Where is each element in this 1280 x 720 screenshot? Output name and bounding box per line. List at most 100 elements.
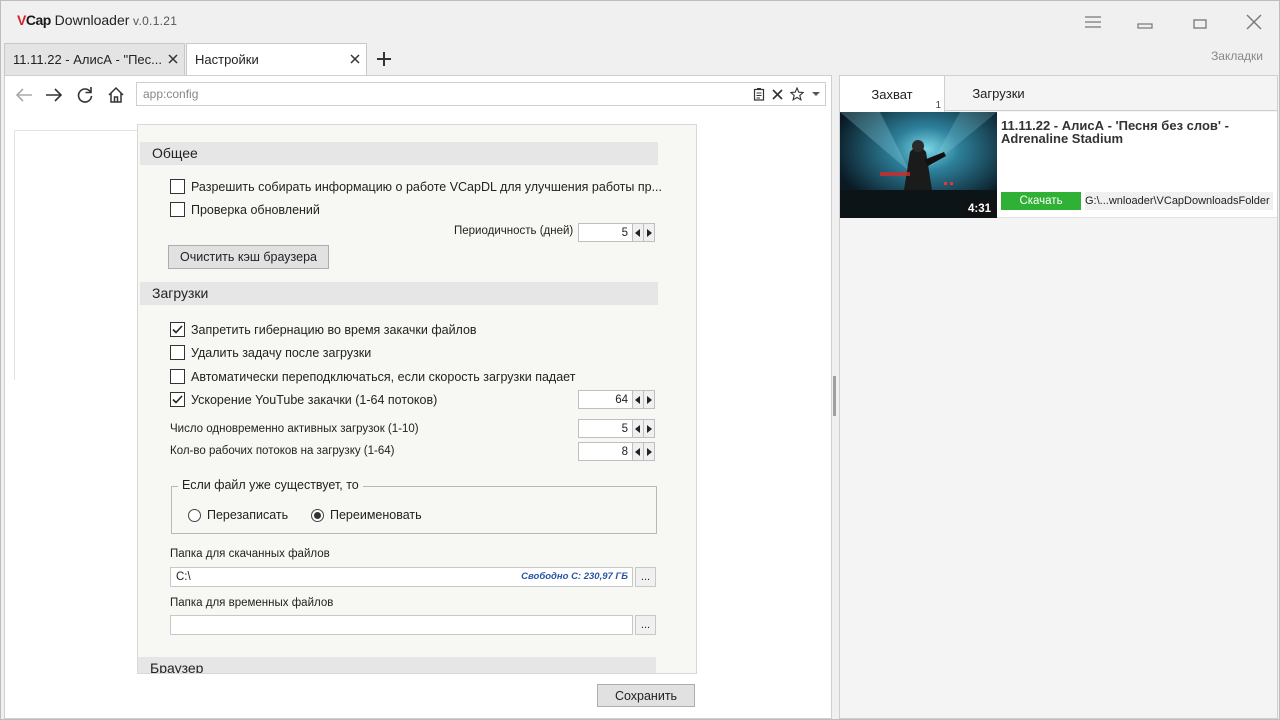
yt-threads-stepper[interactable]: 64 <box>578 390 655 409</box>
logo-v: V <box>17 12 26 28</box>
video-title: 11.11.22 - АлисА - 'Песня без слов' - Ad… <box>1001 118 1229 146</box>
download-button[interactable]: Скачать <box>1001 192 1081 210</box>
close-icon[interactable] <box>1239 9 1269 35</box>
maximize-icon[interactable] <box>1185 9 1215 35</box>
tab-label: 11.11.22 - АлисА - "Пес... <box>13 52 162 67</box>
clear-x-icon[interactable] <box>770 86 785 102</box>
captured-video-item[interactable]: 4:31 11.11.22 - АлисА - 'Песня без слов'… <box>840 112 1277 218</box>
address-bar-icons <box>751 86 823 102</box>
home-icon[interactable] <box>105 84 127 106</box>
delete-task-label: Удалить задачу после загрузки <box>191 345 372 360</box>
capture-count-badge: 1 <box>935 100 941 111</box>
overwrite-label: Перезаписать <box>207 508 289 522</box>
temp-folder-field[interactable] <box>170 615 633 635</box>
active-downloads-stepper[interactable]: 5 <box>578 419 655 438</box>
capture-panel: Захват 1 Загрузки 4:31 11.11.22 - АлисА … <box>839 75 1278 719</box>
address-bar[interactable] <box>136 82 826 106</box>
allow-info-label: Разрешить собирать информацию о работе V… <box>191 179 662 194</box>
increment-arrow-icon[interactable] <box>643 443 654 460</box>
period-value[interactable]: 5 <box>579 227 632 239</box>
period-stepper[interactable]: 5 <box>578 223 655 242</box>
download-path[interactable]: G:\...wnloader\VCapDownloadsFolder <box>1085 192 1273 210</box>
download-folder-field[interactable]: C:\ Свободно C: 230,97 ГБ <box>170 567 633 587</box>
increment-arrow-icon[interactable] <box>643 420 654 437</box>
decrement-arrow-icon[interactable] <box>632 443 643 460</box>
tab-close-icon[interactable] <box>348 52 362 66</box>
decrement-arrow-icon[interactable] <box>632 224 643 241</box>
checkmark-icon <box>172 325 183 334</box>
reload-icon[interactable] <box>74 84 96 106</box>
browse-download-folder-button[interactable]: ... <box>635 567 656 587</box>
worker-threads-value[interactable]: 8 <box>579 446 632 458</box>
tab-capture[interactable]: Захват 1 <box>840 76 945 112</box>
check-updates-label: Проверка обновлений <box>191 202 320 217</box>
tab-downloads[interactable]: Загрузки <box>946 76 1051 111</box>
download-folder-label: Папка для скачанных файлов <box>170 548 330 560</box>
address-input[interactable] <box>137 83 737 105</box>
tab-downloads-label: Загрузки <box>972 86 1025 101</box>
save-button[interactable]: Сохранить <box>597 684 695 707</box>
rename-label: Переименовать <box>330 508 422 522</box>
period-label: Периодичность (дней) <box>454 225 574 237</box>
delete-task-option[interactable]: Удалить задачу после загрузки <box>170 345 371 360</box>
logo-name: Downloader <box>50 12 130 28</box>
no-hibernate-option[interactable]: Запретить гибернацию во время закачки фа… <box>170 322 477 337</box>
file-exists-group: Если файл уже существует, то Перезаписат… <box>171 478 657 534</box>
browse-temp-folder-button[interactable]: ... <box>635 615 656 635</box>
decrement-arrow-icon[interactable] <box>632 391 643 408</box>
worker-threads-stepper[interactable]: 8 <box>578 442 655 461</box>
overwrite-radio[interactable] <box>188 508 201 522</box>
settings-page: Общее Разрешить собирать информацию о ра… <box>5 114 831 718</box>
check-updates-checkbox[interactable] <box>170 202 185 217</box>
minimize-icon[interactable] <box>1130 9 1160 35</box>
forward-arrow-icon[interactable] <box>43 84 65 106</box>
logo-cap: Cap <box>25 12 51 28</box>
auto-reconnect-option[interactable]: Автоматически переподключаться, если ско… <box>170 369 575 384</box>
star-bookmark-icon[interactable] <box>789 86 804 102</box>
no-hibernate-checkbox[interactable] <box>170 322 185 337</box>
yt-threads-value[interactable]: 64 <box>579 394 632 406</box>
settings-panel: Общее Разрешить собирать информацию о ра… <box>137 124 697 674</box>
allow-info-option[interactable]: Разрешить собирать информацию о работе V… <box>170 179 662 194</box>
active-downloads-label: Число одновременно активных загрузок (1-… <box>170 423 419 435</box>
allow-info-checkbox[interactable] <box>170 179 185 194</box>
overwrite-option[interactable]: Перезаписать <box>188 508 288 522</box>
increment-arrow-icon[interactable] <box>643 224 654 241</box>
clipboard-icon[interactable] <box>751 86 766 102</box>
bookmarks-link[interactable]: Закладки <box>1211 49 1263 63</box>
worker-threads-label: Кол-во рабочих потоков на загрузку (1-64… <box>170 445 395 457</box>
auto-reconnect-label: Автоматически переподключаться, если ско… <box>191 369 576 384</box>
temp-folder-label: Папка для временных файлов <box>170 597 334 609</box>
yt-accel-option[interactable]: Ускорение YouTube закачки (1-64 потоков) <box>170 392 437 407</box>
download-folder-value: C:\ <box>176 571 191 583</box>
tab-video[interactable]: 11.11.22 - АлисА - "Пес... <box>4 43 185 75</box>
rename-radio[interactable] <box>311 508 324 522</box>
tab-close-icon[interactable] <box>166 52 180 66</box>
clear-cache-button[interactable]: Очистить кэш браузера <box>168 245 329 269</box>
active-downloads-value[interactable]: 5 <box>579 423 632 435</box>
hamburger-menu-icon[interactable] <box>1078 9 1108 35</box>
back-arrow-icon[interactable] <box>13 84 35 106</box>
new-tab-plus-icon[interactable] <box>374 49 394 69</box>
check-updates-option[interactable]: Проверка обновлений <box>170 202 320 217</box>
pane-splitter-handle[interactable] <box>833 376 836 416</box>
increment-arrow-icon[interactable] <box>643 391 654 408</box>
browser-pane: Общее Разрешить собирать информацию о ра… <box>4 75 832 719</box>
app-version: v.0.1.21 <box>129 14 178 28</box>
auto-reconnect-checkbox[interactable] <box>170 369 185 384</box>
page-frame-edge <box>14 130 138 380</box>
free-space-label: Свободно C: 230,97 ГБ <box>521 571 628 582</box>
no-hibernate-label: Запретить гибернацию во время закачки фа… <box>191 322 477 337</box>
file-exists-legend: Если файл уже существует, то <box>178 478 363 492</box>
section-downloads-header: Загрузки <box>140 282 658 305</box>
yt-accel-checkbox[interactable] <box>170 392 185 407</box>
decrement-arrow-icon[interactable] <box>632 420 643 437</box>
rename-option[interactable]: Переименовать <box>311 508 422 522</box>
app-window: VCap Downloader v.0.1.21 11.11.22 - Алис… <box>0 0 1280 720</box>
tab-settings[interactable]: Настройки <box>186 43 367 75</box>
yt-accel-label: Ускорение YouTube закачки (1-64 потоков) <box>191 392 438 407</box>
dropdown-arrow-icon[interactable] <box>808 86 823 102</box>
radio-selected-dot <box>314 511 321 519</box>
delete-task-checkbox[interactable] <box>170 345 185 360</box>
video-thumbnail[interactable]: 4:31 <box>840 112 997 218</box>
